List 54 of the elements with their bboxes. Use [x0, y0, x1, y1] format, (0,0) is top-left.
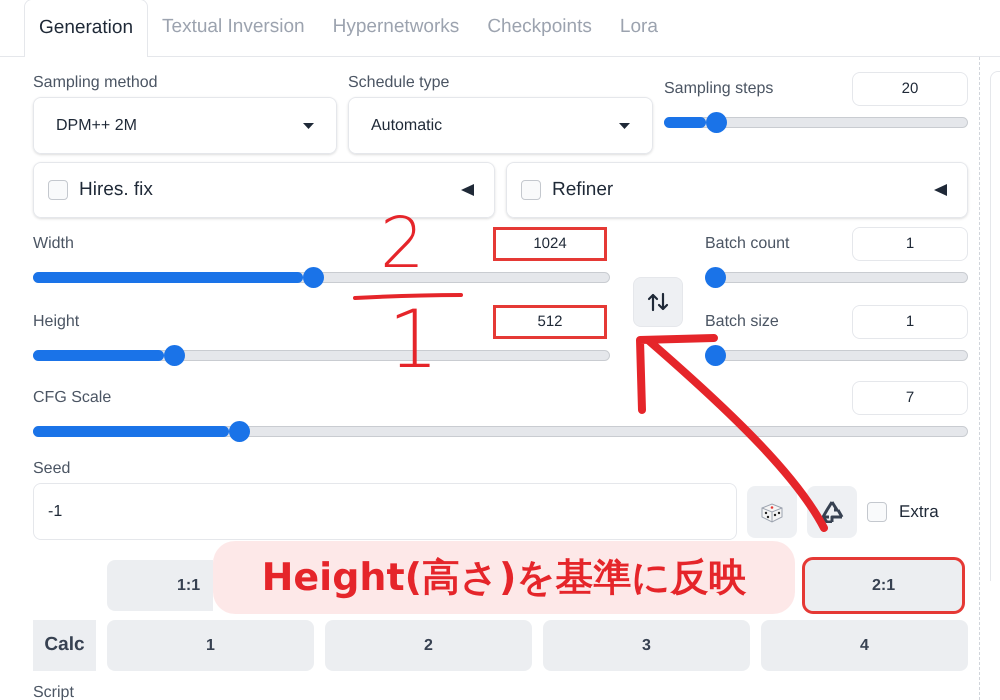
calc-button[interactable]: 3: [543, 620, 750, 671]
slider[interactable]: [705, 345, 968, 366]
number-field[interactable]: 1024: [493, 227, 607, 261]
field-label: Script: [33, 683, 75, 700]
dropdown[interactable]: Automatic: [348, 97, 653, 154]
ratio-button[interactable]: 1:1: [107, 560, 213, 611]
field-label: Seed: [33, 459, 72, 479]
seed-field[interactable]: -1: [33, 483, 737, 540]
dice-icon: [760, 500, 784, 522]
collapse-icon: [934, 184, 947, 196]
calc-button[interactable]: 1: [107, 620, 314, 671]
swap-button[interactable]: [633, 277, 683, 327]
slider-thumb[interactable]: [705, 345, 726, 366]
checkbox-label: Extra: [899, 500, 939, 523]
caret-icon: [619, 122, 630, 128]
tab[interactable]: Generation: [24, 0, 148, 57]
calc-button[interactable]: 4: [761, 620, 968, 671]
recycle-icon: [820, 500, 844, 522]
dice-button[interactable]: [747, 486, 797, 538]
number-field[interactable]: 512: [493, 305, 607, 339]
field-label: Sampling steps: [664, 79, 774, 99]
caret-icon: [303, 122, 314, 128]
field-label: Sampling method: [33, 73, 159, 93]
field-label: Batch count: [705, 234, 790, 254]
checkbox[interactable]: [867, 502, 887, 522]
calc-button[interactable]: 2: [325, 620, 532, 671]
checkbox[interactable]: [48, 180, 68, 200]
field-label: Batch size: [705, 312, 779, 332]
ratio-button[interactable]: 2:1: [805, 560, 962, 611]
slider-thumb[interactable]: [228, 421, 250, 442]
slider[interactable]: [33, 421, 968, 442]
slider-thumb[interactable]: [706, 112, 728, 133]
field-label: Schedule type: [348, 73, 450, 93]
number-field[interactable]: 7: [852, 381, 968, 415]
handwritten-number: 1: [388, 300, 439, 380]
slider-thumb[interactable]: [705, 267, 726, 288]
number-field[interactable]: 1: [852, 227, 968, 261]
field-label: Width: [33, 234, 74, 254]
swap-icon: [647, 292, 669, 312]
slider[interactable]: [33, 267, 610, 288]
number-field[interactable]: 1: [852, 305, 968, 339]
field-label: CFG Scale: [33, 388, 112, 408]
dropdown[interactable]: DPM++ 2M: [33, 97, 337, 154]
callout-label: Height(高さ)を基準に反映: [213, 541, 795, 614]
number-field[interactable]: 20: [852, 72, 968, 106]
slider[interactable]: [705, 267, 968, 288]
calc-label: Calc: [33, 620, 96, 671]
collapse-icon: [461, 184, 474, 196]
slider-thumb[interactable]: [164, 345, 185, 366]
slider[interactable]: [664, 112, 968, 133]
checkbox[interactable]: [521, 180, 541, 200]
slider-thumb[interactable]: [302, 267, 324, 288]
accordion[interactable]: Refiner: [506, 162, 968, 218]
field-label: Height: [33, 312, 80, 332]
